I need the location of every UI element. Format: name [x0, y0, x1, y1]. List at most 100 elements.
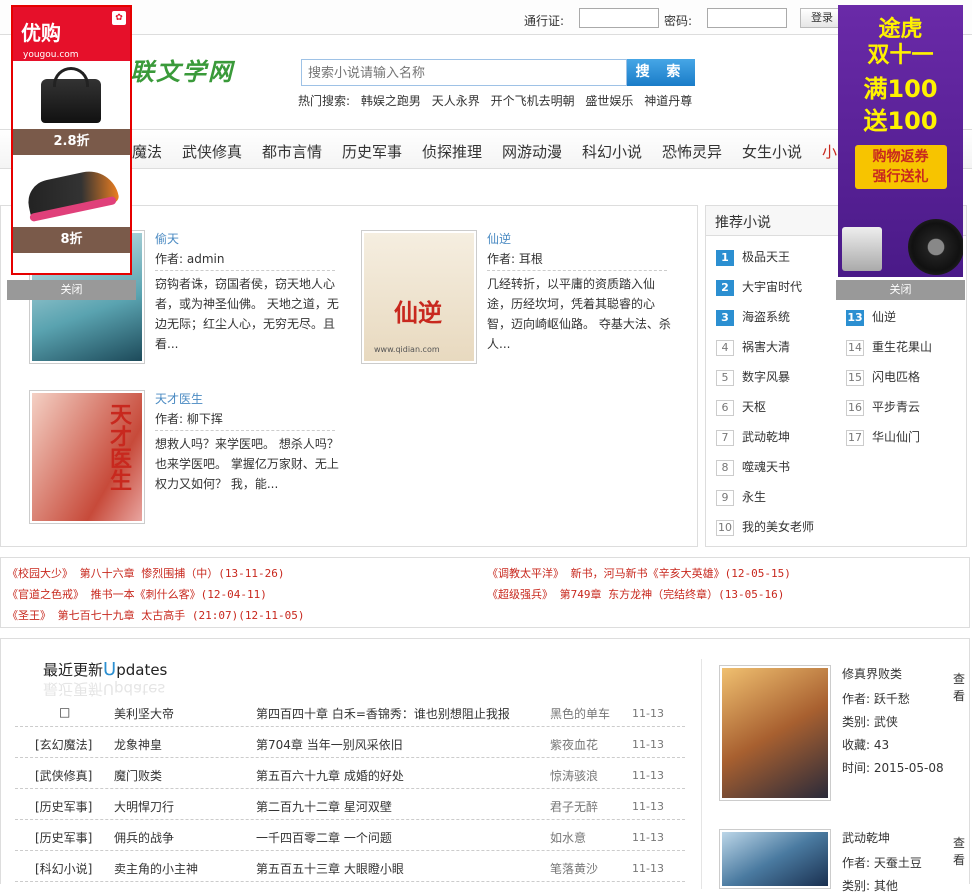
rank-item[interactable]: 15 闪电匹格: [846, 368, 920, 386]
rank-item[interactable]: 3 海盗系统: [716, 308, 790, 326]
hot-search-link[interactable]: 开个飞机去明朝: [491, 94, 575, 108]
rank-name[interactable]: 大宇宙时代: [742, 280, 802, 294]
rank-item[interactable]: 17 华山仙门: [846, 428, 920, 446]
row-chapter[interactable]: 第五百五十三章 大眼瞪小眼: [256, 860, 404, 877]
rank-item[interactable]: 13 仙逆: [846, 308, 896, 326]
ad-close-button[interactable]: 关闭: [836, 280, 965, 300]
row-book[interactable]: 美利坚大帝: [114, 705, 174, 722]
password-input[interactable]: [707, 8, 787, 28]
row-category[interactable]: [科幻小说]: [35, 860, 92, 877]
row-chapter[interactable]: 第二百九十二章 星河双壁: [256, 798, 392, 815]
news-link[interactable]: 《超级强兵》 第749章 东方龙神（完结终章）(13-05-16): [487, 586, 784, 602]
row-book[interactable]: 大明悍刀行: [114, 798, 174, 815]
rank-item[interactable]: 2 大宇宙时代: [716, 278, 802, 296]
row-category[interactable]: □: [59, 705, 70, 719]
nav-item[interactable]: 网游动漫: [502, 141, 562, 162]
rank-number: 15: [846, 369, 864, 386]
rank-number: 4: [716, 339, 734, 356]
rank-item[interactable]: 7 武动乾坤: [716, 428, 790, 446]
search-button[interactable]: 搜 索: [627, 59, 695, 86]
row-category[interactable]: [历史军事]: [35, 798, 92, 815]
nav-item[interactable]: 魔法: [132, 141, 162, 162]
book-title[interactable]: 偷天: [155, 230, 179, 247]
row-book[interactable]: 龙象神皇: [114, 736, 162, 753]
rank-item[interactable]: 4 祸害大清: [716, 338, 790, 356]
rank-name[interactable]: 天枢: [742, 400, 766, 414]
book-title[interactable]: 仙逆: [487, 230, 511, 247]
row-category[interactable]: [武侠修真]: [35, 767, 92, 784]
nav-item[interactable]: 武侠修真: [182, 141, 242, 162]
rank-item[interactable]: 8 噬魂天书: [716, 458, 790, 476]
rank-item[interactable]: 9 永生: [716, 488, 766, 506]
book-cover[interactable]: 天才医生: [29, 390, 145, 524]
nav-item[interactable]: 侦探推理: [422, 141, 482, 162]
rank-item[interactable]: 14 重生花果山: [846, 338, 932, 356]
side-book-author: 作者: 天蚕土豆: [842, 856, 922, 870]
row-chapter[interactable]: 第五百六十九章 成婚的好处: [256, 767, 404, 784]
top-bar: 通行证: 密码: 登录: [0, 0, 972, 35]
rank-name[interactable]: 极品天王: [742, 250, 790, 264]
site-logo[interactable]: 联文学网: [130, 52, 234, 87]
hot-search-link[interactable]: 神道丹尊: [644, 94, 692, 108]
rank-name[interactable]: 闪电匹格: [872, 370, 920, 384]
brand-sub: yougou.com: [23, 50, 79, 60]
rank-name[interactable]: 仙逆: [872, 310, 896, 324]
rank-name[interactable]: 数字风暴: [742, 370, 790, 384]
row-category[interactable]: [历史军事]: [35, 829, 92, 846]
row-chapter[interactable]: 第四百四十章 白禾=香锦秀：谁也别想阻止我报: [256, 705, 510, 722]
news-link[interactable]: 《圣王》 第七百七十九章 太古高手 (21:07)(12-11-05): [7, 607, 304, 623]
updates-heading: 最近更新Updates: [43, 659, 167, 680]
row-book[interactable]: 佣兵的战争: [114, 829, 174, 846]
nav-item[interactable]: 都市言情: [262, 141, 322, 162]
rank-item[interactable]: 10 我的美女老师: [716, 518, 814, 536]
nav-item[interactable]: 历史军事: [342, 141, 402, 162]
book-author: 作者: 耳根: [487, 250, 667, 271]
nav-item[interactable]: 科幻小说: [582, 141, 642, 162]
rank-name[interactable]: 华山仙门: [872, 430, 920, 444]
row-date: 11-13: [632, 800, 664, 813]
rank-name[interactable]: 海盗系统: [742, 310, 790, 324]
nav-item[interactable]: 小: [822, 141, 837, 162]
hot-search-link[interactable]: 韩娱之跑男: [361, 94, 421, 108]
book-desc: 想救人吗？来学医吧。 想杀人吗？也来学医吧。 掌握亿万家财、无上权力又如何？ 我…: [155, 437, 339, 491]
row-book[interactable]: 魔门败类: [114, 767, 162, 784]
table-row: [玄幻魔法] 龙象神皇 第704章 当年一别风采依旧 紫夜血花 11-13: [15, 727, 685, 758]
book-cover[interactable]: [719, 665, 831, 801]
row-book[interactable]: 卖主角的小主神: [114, 860, 198, 877]
nav-item[interactable]: 女生小说: [742, 141, 802, 162]
rank-name[interactable]: 噬魂天书: [742, 460, 790, 474]
heading-text: pdates: [116, 661, 168, 679]
hot-search-link[interactable]: 天人永界: [432, 94, 480, 108]
nav-item[interactable]: 恐怖灵异: [662, 141, 722, 162]
view-link[interactable]: 查看: [953, 834, 969, 868]
rank-name[interactable]: 祸害大清: [742, 340, 790, 354]
search-input[interactable]: [301, 59, 627, 86]
rank-name[interactable]: 重生花果山: [872, 340, 932, 354]
view-link[interactable]: 查看: [953, 670, 969, 704]
side-book-title[interactable]: 武动乾坤: [842, 829, 890, 846]
news-link[interactable]: 《校园大少》 第八十六章 惨烈围捕（中）(13-11-26): [7, 565, 284, 581]
left-ad[interactable]: 优购 yougou.com ✿ 2.8折 8折 关闭: [7, 3, 136, 300]
book-cover[interactable]: [719, 829, 831, 889]
row-chapter[interactable]: 第704章 当年一别风采依旧: [256, 736, 403, 753]
rank-name[interactable]: 我的美女老师: [742, 520, 814, 534]
book-title[interactable]: 天才医生: [155, 390, 203, 407]
news-link[interactable]: 《调教太平洋》 新书，河马新书《辛亥大英雄》(12-05-15): [487, 565, 791, 581]
row-chapter[interactable]: 一千四百零二章 一个问题: [256, 829, 392, 846]
ad-close-button[interactable]: 关闭: [7, 280, 136, 300]
rank-name[interactable]: 永生: [742, 490, 766, 504]
right-ad[interactable]: 途虎 双十一 满100 送100 购物返券 强行送礼 关闭: [836, 3, 965, 300]
rank-name[interactable]: 武动乾坤: [742, 430, 790, 444]
side-book-title[interactable]: 修真界败类: [842, 665, 902, 682]
rank-item[interactable]: 5 数字风暴: [716, 368, 790, 386]
ad-cta[interactable]: 购物返券 强行送礼: [854, 145, 947, 189]
rank-name[interactable]: 平步青云: [872, 400, 920, 414]
row-category[interactable]: [玄幻魔法]: [35, 736, 92, 753]
rank-item[interactable]: 1 极品天王: [716, 248, 790, 266]
book-cover[interactable]: 仙逆 www.qidian.com: [361, 230, 477, 364]
hot-search-link[interactable]: 盛世娱乐: [585, 94, 633, 108]
passport-input[interactable]: [579, 8, 659, 28]
rank-item[interactable]: 6 天枢: [716, 398, 766, 416]
news-link[interactable]: 《官道之色戒》 推书一本《刺什么客》(12-04-11): [7, 586, 267, 602]
rank-item[interactable]: 16 平步青云: [846, 398, 920, 416]
